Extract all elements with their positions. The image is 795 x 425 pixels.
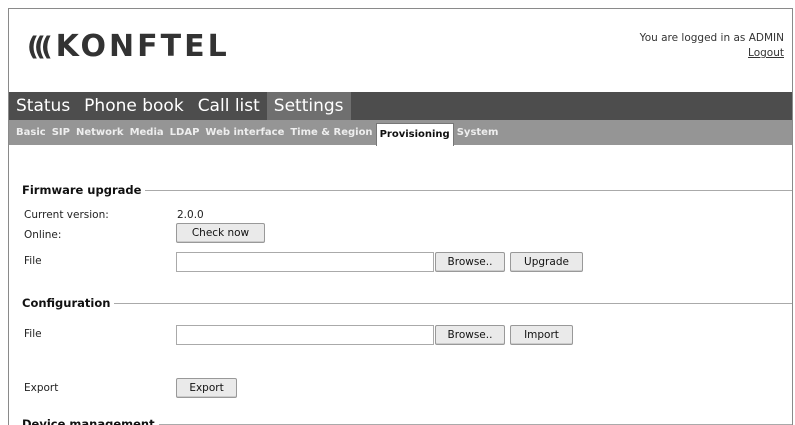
main-navigation: Status Phone book Call list Settings [9, 92, 792, 120]
export-button[interactable]: Export [176, 378, 237, 398]
import-button[interactable]: Import [510, 325, 573, 345]
configuration-file-label: File [24, 328, 42, 340]
logout-link[interactable]: Logout [748, 47, 784, 59]
main-nav-status[interactable]: Status [9, 92, 77, 120]
header: ((( KONFTEL You are logged in as ADMIN L… [9, 9, 792, 89]
main-nav-settings[interactable]: Settings [266, 92, 351, 120]
section-divider [114, 302, 792, 304]
tab-system[interactable]: System [454, 120, 502, 145]
tab-sip[interactable]: SIP [49, 120, 73, 145]
logo-waves-icon: ((( [27, 31, 53, 62]
configuration-browse-button[interactable]: Browse.. [435, 325, 505, 345]
current-version-label: Current version: [24, 209, 109, 221]
configuration-section-header: Configuration [22, 295, 792, 311]
section-divider [158, 423, 792, 425]
tab-ldap[interactable]: LDAP [167, 120, 203, 145]
logged-in-text: You are logged in as ADMIN [639, 32, 784, 44]
tab-provisioning[interactable]: Provisioning [375, 122, 454, 146]
upgrade-button[interactable]: Upgrade [510, 252, 583, 272]
logo-text: KONFTEL [55, 29, 230, 64]
current-version-value: 2.0.0 [177, 209, 204, 221]
firmware-upgrade-title: Firmware upgrade [22, 183, 142, 197]
settings-sub-navigation: Basic SIP Network Media LDAP Web interface Tim… [9, 120, 792, 146]
tab-time-and-region[interactable]: Time & Region [287, 120, 375, 145]
device-management-title: Device management [22, 417, 155, 425]
device-management-section-header: Device management [22, 416, 792, 425]
firmware-file-input[interactable] [176, 252, 434, 272]
online-label: Online: [24, 229, 62, 241]
main-nav-phone-book[interactable]: Phone book [77, 92, 191, 120]
provisioning-content: Firmware upgrade Current version: 2.0.0 … [9, 145, 792, 425]
tab-media[interactable]: Media [127, 120, 167, 145]
firmware-file-label: File [24, 255, 42, 267]
configuration-file-input[interactable] [176, 325, 434, 345]
section-divider [145, 189, 792, 191]
firmware-browse-button[interactable]: Browse.. [435, 252, 505, 272]
firmware-upgrade-section-header: Firmware upgrade [22, 182, 792, 198]
tab-web-interface[interactable]: Web interface [202, 120, 287, 145]
login-info: You are logged in as ADMIN Logout [640, 31, 784, 61]
check-now-button[interactable]: Check now [176, 223, 265, 243]
configuration-title: Configuration [22, 296, 111, 310]
tab-basic[interactable]: Basic [13, 120, 49, 145]
export-label: Export [24, 382, 59, 394]
main-nav-call-list[interactable]: Call list [191, 92, 267, 120]
page-frame: ((( KONFTEL You are logged in as ADMIN L… [8, 8, 793, 425]
tab-network[interactable]: Network [73, 120, 127, 145]
konftel-logo: ((( KONFTEL [27, 29, 230, 64]
